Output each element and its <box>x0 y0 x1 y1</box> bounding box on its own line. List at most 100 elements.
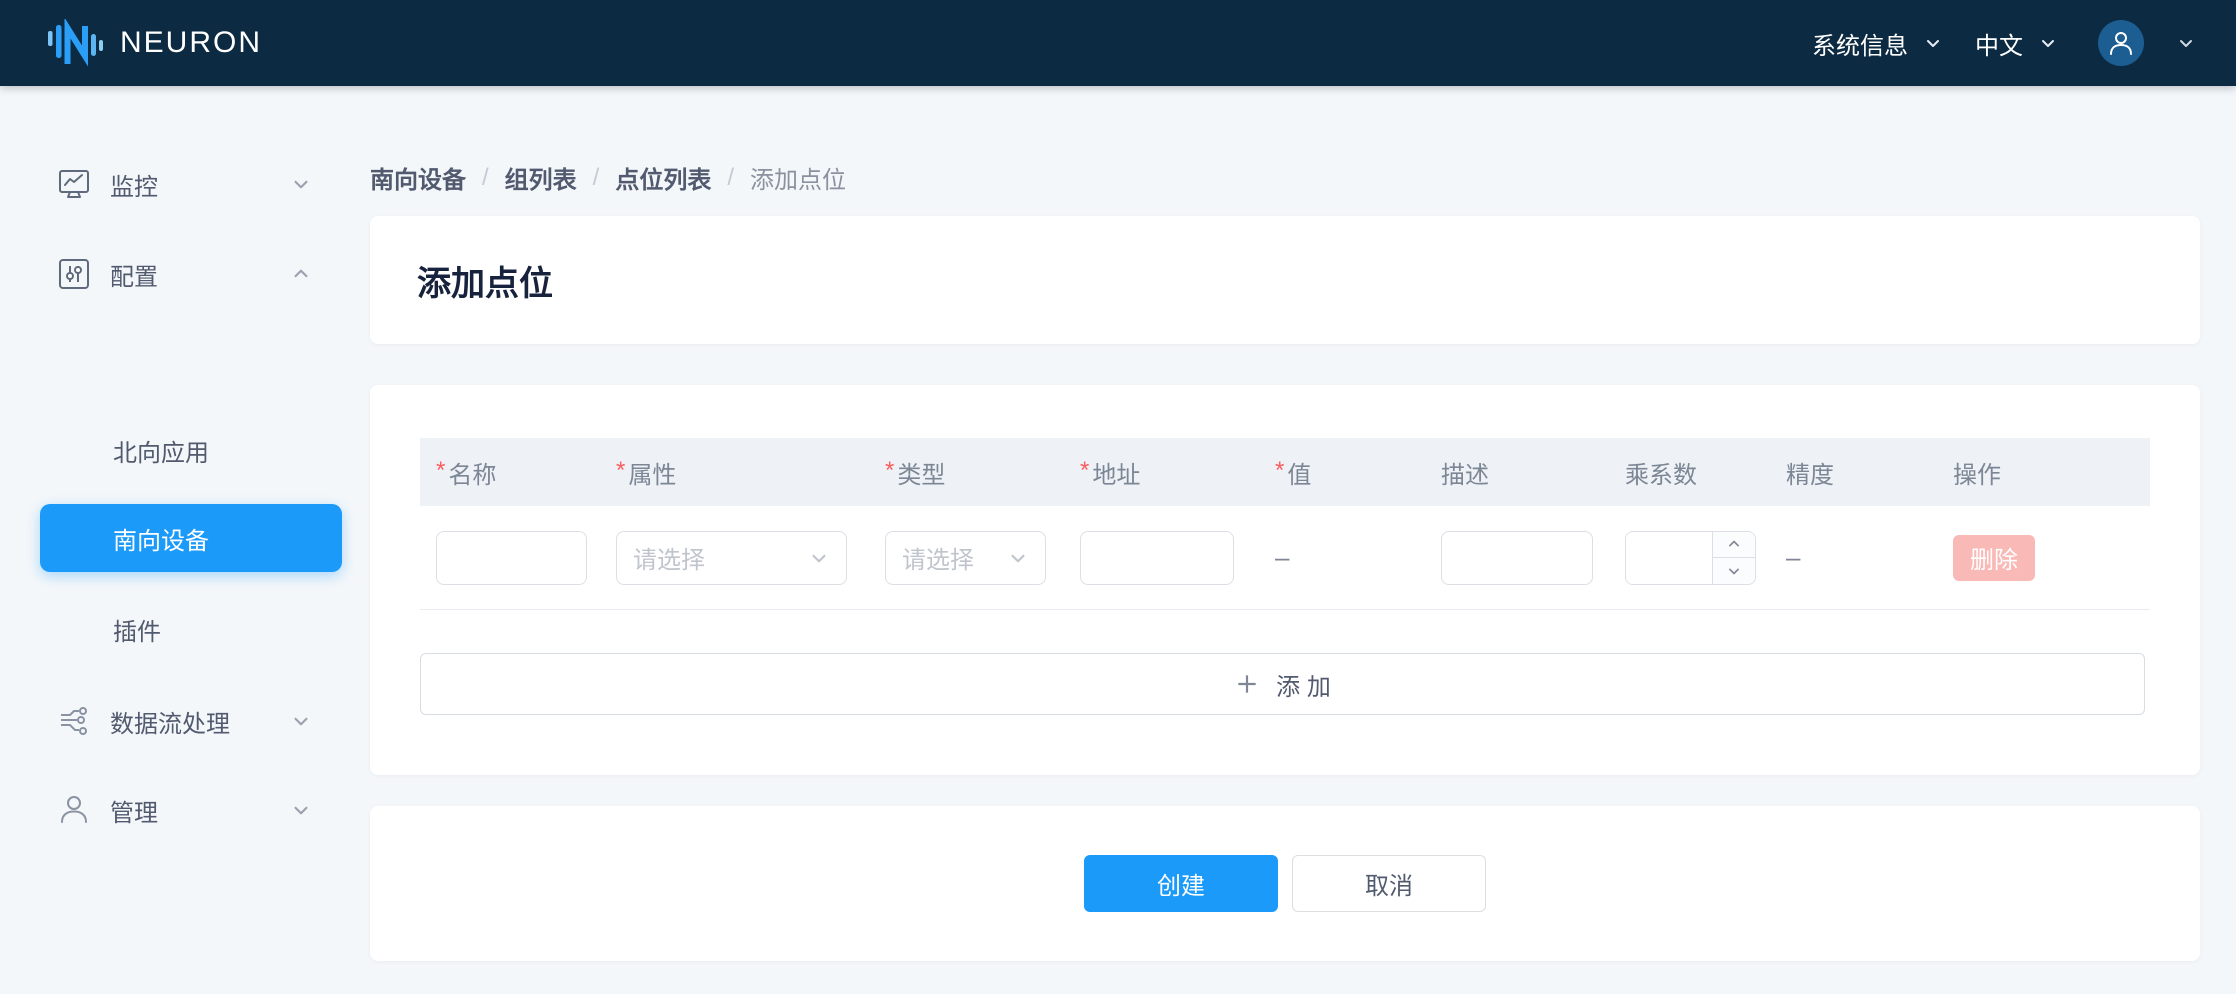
cell-type: 请选择 <box>869 530 1064 585</box>
sidebar-item-label: 监控 <box>110 173 158 201</box>
column-label: 乘系数 <box>1625 461 1697 489</box>
column-header-precision: 精度 <box>1770 455 1937 490</box>
system-info-menu[interactable]: 系统信息 <box>1812 26 1945 61</box>
column-header-address: * 地址 <box>1064 455 1259 490</box>
neuron-logo-icon <box>46 19 104 67</box>
language-menu[interactable]: 中文 <box>1975 26 2060 61</box>
sidebar-item-label: 管理 <box>110 799 158 827</box>
page: NEURON 系统信息 中文 监控 配置 北向应用 南向设备 插件 数据流处理 … <box>0 0 2236 994</box>
cell-actions: 删除 <box>1937 534 2150 581</box>
chevron-down-icon <box>1005 545 1031 571</box>
language-label: 中文 <box>1975 32 2023 60</box>
sidebar: 监控 配置 北向应用 南向设备 插件 数据流处理 管理 <box>0 86 346 994</box>
chevron-down-icon <box>2036 31 2060 55</box>
sliders-icon <box>56 256 92 292</box>
coefficient-input[interactable] <box>1626 531 1712 584</box>
column-label: 名称 <box>448 461 497 489</box>
cell-name <box>420 530 600 585</box>
column-header-attribute: * 属性 <box>600 455 869 490</box>
create-button[interactable]: 创建 <box>1084 855 1278 912</box>
sidebar-item-label: 数据流处理 <box>110 710 230 738</box>
app-header: NEURON 系统信息 中文 <box>0 0 2236 86</box>
person-icon <box>56 792 92 828</box>
title-card: 添加点位 <box>370 216 2200 344</box>
cell-value: – <box>1259 542 1425 573</box>
monitor-icon <box>56 166 92 202</box>
column-label: 操作 <box>1953 461 2001 489</box>
column-header-actions: 操作 <box>1937 455 2150 490</box>
column-label: 值 <box>1287 461 1312 489</box>
sidebar-subitem-label: 北向应用 <box>113 439 209 467</box>
breadcrumb-item[interactable]: 组列表 <box>505 160 577 195</box>
required-marker: * <box>616 456 626 484</box>
coefficient-stepper <box>1625 530 1756 585</box>
stepper-up-button[interactable] <box>1713 531 1755 558</box>
chevron-down-icon <box>806 545 832 571</box>
column-header-coefficient: 乘系数 <box>1609 455 1770 490</box>
stepper-buttons <box>1712 531 1755 584</box>
sidebar-item-admin[interactable]: 管理 <box>0 776 346 844</box>
cancel-button[interactable]: 取消 <box>1292 855 1486 912</box>
chevron-down-icon <box>1921 31 1945 55</box>
column-header-value: * 值 <box>1259 455 1425 490</box>
attribute-select[interactable]: 请选择 <box>616 530 847 585</box>
avatar[interactable] <box>2098 20 2144 66</box>
column-label: 属性 <box>628 461 677 489</box>
sidebar-item-plugins[interactable]: 插件 <box>0 595 346 663</box>
cell-precision: – <box>1770 542 1937 573</box>
brand: NEURON <box>46 19 262 67</box>
chevron-up-icon <box>1724 534 1744 554</box>
sidebar-item-south-devices[interactable]: 南向设备 <box>40 504 342 572</box>
sidebar-item-dataflow[interactable]: 数据流处理 <box>0 687 346 755</box>
breadcrumb-separator: / <box>727 163 735 191</box>
plus-icon <box>1234 671 1260 697</box>
chevron-up-icon <box>288 261 314 287</box>
chevron-down-icon <box>288 797 314 823</box>
sidebar-item-config[interactable]: 配置 <box>0 240 346 308</box>
column-label: 类型 <box>897 461 946 489</box>
column-label: 描述 <box>1441 461 1489 489</box>
name-input[interactable] <box>436 530 587 585</box>
breadcrumb: 南向设备 / 组列表 / 点位列表 / 添加点位 <box>370 160 846 195</box>
add-row-button[interactable]: 添 加 <box>420 653 2145 715</box>
stepper-down-button[interactable] <box>1713 558 1755 584</box>
column-header-description: 描述 <box>1425 455 1609 490</box>
cell-description <box>1425 530 1609 585</box>
sidebar-item-north-apps[interactable]: 北向应用 <box>0 416 346 484</box>
breadcrumb-item[interactable]: 南向设备 <box>370 160 466 195</box>
address-input[interactable] <box>1080 530 1234 585</box>
column-label: 地址 <box>1092 461 1141 489</box>
add-row-label: 添 加 <box>1276 673 1331 701</box>
brand-name: NEURON <box>120 26 263 59</box>
type-select-placeholder: 请选择 <box>902 547 974 574</box>
system-info-label: 系统信息 <box>1812 32 1908 60</box>
sidebar-item-monitor[interactable]: 监控 <box>0 150 346 218</box>
user-menu-chevron-icon[interactable] <box>2174 31 2198 55</box>
page-title: 添加点位 <box>417 264 553 303</box>
chevron-down-icon <box>1724 561 1744 581</box>
sidebar-subitem-label: 插件 <box>113 618 161 646</box>
type-select[interactable]: 请选择 <box>885 530 1046 585</box>
attribute-select-placeholder: 请选择 <box>633 547 705 574</box>
breadcrumb-separator: / <box>592 163 600 191</box>
breadcrumb-separator: / <box>482 163 489 191</box>
required-marker: * <box>885 456 895 484</box>
cell-attribute: 请选择 <box>600 530 869 585</box>
dataflow-icon <box>56 703 92 739</box>
form-card: * 名称 * 属性 * 类型 * 地址 * 值 描述 乘系数 精度 操作 请选择… <box>370 385 2200 775</box>
column-label: 精度 <box>1786 461 1834 489</box>
description-input[interactable] <box>1441 530 1593 585</box>
value-dash: – <box>1275 542 1290 572</box>
column-header-name: * 名称 <box>420 455 600 490</box>
cell-address <box>1064 530 1259 585</box>
breadcrumb-item[interactable]: 点位列表 <box>615 160 711 195</box>
required-marker: * <box>1275 456 1285 484</box>
delete-button[interactable]: 删除 <box>1953 534 2035 581</box>
cell-coefficient <box>1609 530 1770 585</box>
required-marker: * <box>1080 456 1090 484</box>
required-marker: * <box>436 456 446 484</box>
header-right: 系统信息 中文 <box>1812 20 2198 66</box>
table-row: 请选择 请选择 – – 删除 <box>420 506 2150 610</box>
table-header: * 名称 * 属性 * 类型 * 地址 * 值 描述 乘系数 精度 操作 <box>420 438 2150 506</box>
sidebar-subitem-label: 南向设备 <box>113 527 209 555</box>
